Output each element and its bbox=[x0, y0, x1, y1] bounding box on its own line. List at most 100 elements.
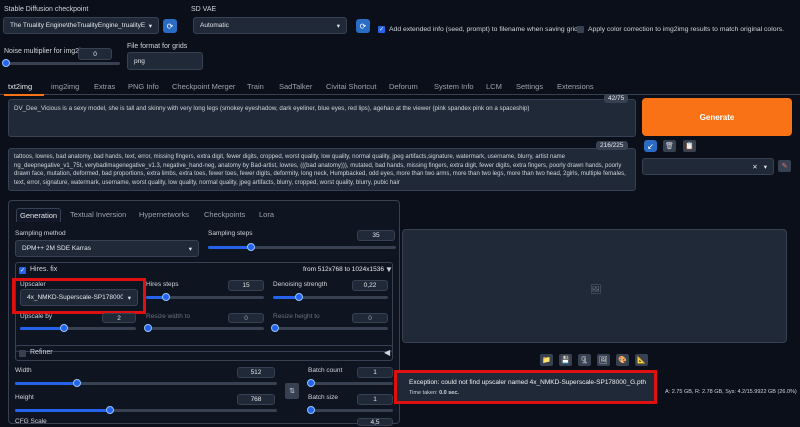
clipboard-button[interactable]: 📋 bbox=[683, 140, 696, 152]
subtab-lora[interactable]: Lora bbox=[256, 208, 277, 221]
checkpoint-label: Stable Diffusion checkpoint bbox=[4, 6, 89, 13]
negative-token-counter: 216/225 bbox=[596, 141, 628, 150]
slider-knob[interactable] bbox=[271, 324, 279, 332]
tab-train[interactable]: Train bbox=[247, 82, 264, 91]
zip-button[interactable]: 🗜 bbox=[578, 354, 591, 366]
subtab-hypernetworks[interactable]: Hypernetworks bbox=[136, 208, 192, 221]
denoising-slider[interactable] bbox=[273, 293, 388, 301]
resize-height-input[interactable]: 0 bbox=[352, 313, 388, 323]
slider-knob[interactable] bbox=[60, 324, 68, 332]
height-slider[interactable] bbox=[15, 406, 277, 414]
batch-size-label: Batch size bbox=[308, 394, 338, 401]
sampling-steps-input[interactable]: 35 bbox=[357, 230, 395, 241]
send-to-img2img-button[interactable]: 🖼 bbox=[597, 354, 610, 366]
tab-lcm[interactable]: LCM bbox=[486, 82, 502, 91]
slider-knob[interactable] bbox=[144, 324, 152, 332]
trash-button[interactable]: 🗑 bbox=[663, 140, 676, 152]
checkpoint-dropdown[interactable]: The Truality Engine\theTrualityEngine_tr… bbox=[3, 17, 159, 34]
grid-format-value: png bbox=[134, 57, 145, 65]
batch-size-input[interactable]: 1 bbox=[357, 394, 393, 405]
tab-system-info[interactable]: System Info bbox=[434, 82, 474, 91]
width-slider[interactable] bbox=[15, 379, 277, 387]
upscale-by-slider[interactable] bbox=[20, 324, 136, 332]
slider-knob[interactable] bbox=[295, 293, 303, 301]
refiner-checkbox[interactable] bbox=[19, 350, 26, 357]
resize-height-slider[interactable] bbox=[271, 324, 388, 332]
slider-knob[interactable] bbox=[162, 293, 170, 301]
image-placeholder-icon: 🖼 bbox=[590, 284, 602, 294]
tab-img2img[interactable]: img2img bbox=[51, 82, 79, 91]
upscale-by-input[interactable]: 2 bbox=[102, 313, 136, 323]
tab-settings[interactable]: Settings bbox=[516, 82, 543, 91]
extended-info-checkbox[interactable]: ✓ bbox=[378, 26, 385, 33]
expand-icon[interactable]: ◀ bbox=[384, 348, 390, 357]
collapse-icon[interactable]: ▼ bbox=[385, 265, 393, 274]
width-label: Width bbox=[15, 367, 32, 374]
generate-button[interactable]: Generate bbox=[642, 98, 792, 136]
tab-extras[interactable]: Extras bbox=[94, 82, 115, 91]
slider-knob[interactable] bbox=[307, 379, 315, 387]
hires-steps-input[interactable]: 15 bbox=[228, 280, 264, 291]
hires-fix-checkbox[interactable]: ✓ bbox=[19, 267, 26, 274]
hires-steps-slider[interactable] bbox=[146, 293, 264, 301]
slider-knob[interactable] bbox=[106, 406, 114, 414]
refresh-checkpoint-button[interactable]: ⟳ bbox=[163, 19, 177, 33]
refiner-label: Refiner bbox=[30, 349, 53, 356]
tab-checkpoint-merger[interactable]: Checkpoint Merger bbox=[172, 82, 235, 91]
send-to-extras-button[interactable]: 📐 bbox=[635, 354, 648, 366]
subtab-generation[interactable]: Generation bbox=[16, 208, 62, 222]
height-input[interactable]: 768 bbox=[237, 394, 275, 405]
noise-input[interactable]: 0 bbox=[78, 48, 112, 60]
resize-width-slider[interactable] bbox=[144, 324, 264, 332]
subtab-textual-inversion[interactable]: Textual Inversion bbox=[67, 208, 129, 221]
styles-dropdown[interactable]: ✕ ▾ bbox=[642, 158, 774, 175]
prompt-token-counter: 42/75 bbox=[604, 94, 629, 103]
resize-width-label: Resize width to bbox=[146, 313, 191, 320]
prompt-text: DV_Dee_Vicious is a sexy model, she is t… bbox=[14, 105, 530, 112]
tab-civitai-shortcut[interactable]: Civitai Shortcut bbox=[326, 82, 376, 91]
batch-size-slider[interactable] bbox=[307, 406, 393, 414]
cfg-scale-input[interactable]: 4,5 bbox=[357, 418, 393, 426]
slider-knob[interactable] bbox=[307, 406, 315, 414]
tab-extensions[interactable]: Extensions bbox=[557, 82, 594, 91]
slider-knob[interactable] bbox=[73, 379, 81, 387]
prompt-textarea[interactable]: DV_Dee_Vicious is a sexy model, she is t… bbox=[8, 99, 636, 137]
sampling-method-dropdown[interactable]: DPM++ 2M SDE Karras ▾ bbox=[15, 240, 199, 257]
noise-slider[interactable] bbox=[2, 59, 120, 67]
close-icon[interactable]: ✕ bbox=[752, 163, 757, 171]
resize-height-label: Resize height to bbox=[273, 313, 320, 320]
subtab-checkpoints[interactable]: Checkpoints bbox=[201, 208, 248, 221]
sampling-method-value: DPM++ 2M SDE Karras bbox=[22, 245, 91, 252]
chevron-down-icon: ▾ bbox=[336, 22, 340, 30]
tab-sadtalker[interactable]: SadTalker bbox=[279, 82, 312, 91]
resize-width-input[interactable]: 0 bbox=[228, 313, 264, 323]
denoising-input[interactable]: 0,22 bbox=[352, 280, 388, 291]
negative-prompt-text: tattoos, lowres, bad anatomy, bad hands,… bbox=[14, 154, 626, 186]
save-button[interactable]: 💾 bbox=[559, 354, 572, 366]
clipboard-icon: 📋 bbox=[685, 143, 694, 150]
slider-fill bbox=[208, 246, 252, 249]
width-input[interactable]: 512 bbox=[237, 367, 275, 378]
open-folder-button[interactable]: 📁 bbox=[540, 354, 553, 366]
refresh-vae-button[interactable]: ⟳ bbox=[356, 19, 370, 33]
edit-styles-button[interactable]: ✎ bbox=[778, 160, 791, 172]
tab-txt2img[interactable]: txt2img bbox=[8, 82, 32, 91]
active-tab-indicator bbox=[4, 94, 44, 96]
grid-format-input[interactable]: png bbox=[127, 52, 203, 70]
slider-knob[interactable] bbox=[2, 59, 10, 67]
vae-label: SD VAE bbox=[191, 6, 217, 13]
chevron-down-icon: ▾ bbox=[763, 163, 767, 171]
sampling-steps-slider[interactable] bbox=[208, 243, 396, 251]
swap-dimensions-button[interactable]: ⇅ bbox=[285, 383, 299, 399]
tab-deforum[interactable]: Deforum bbox=[389, 82, 418, 91]
color-correction-checkbox[interactable] bbox=[577, 26, 584, 33]
sampling-steps-label: Sampling steps bbox=[208, 230, 253, 237]
vae-dropdown[interactable]: Automatic ▾ bbox=[193, 17, 347, 34]
batch-count-input[interactable]: 1 bbox=[357, 367, 393, 378]
read-params-button[interactable]: ↙ bbox=[644, 140, 657, 152]
batch-count-slider[interactable] bbox=[307, 379, 393, 387]
upscale-by-label: Upscale by bbox=[20, 313, 53, 320]
negative-prompt-textarea[interactable]: tattoos, lowres, bad anatomy, bad hands,… bbox=[8, 148, 636, 191]
tab-png-info[interactable]: PNG Info bbox=[128, 82, 159, 91]
send-to-inpaint-button[interactable]: 🎨 bbox=[616, 354, 629, 366]
